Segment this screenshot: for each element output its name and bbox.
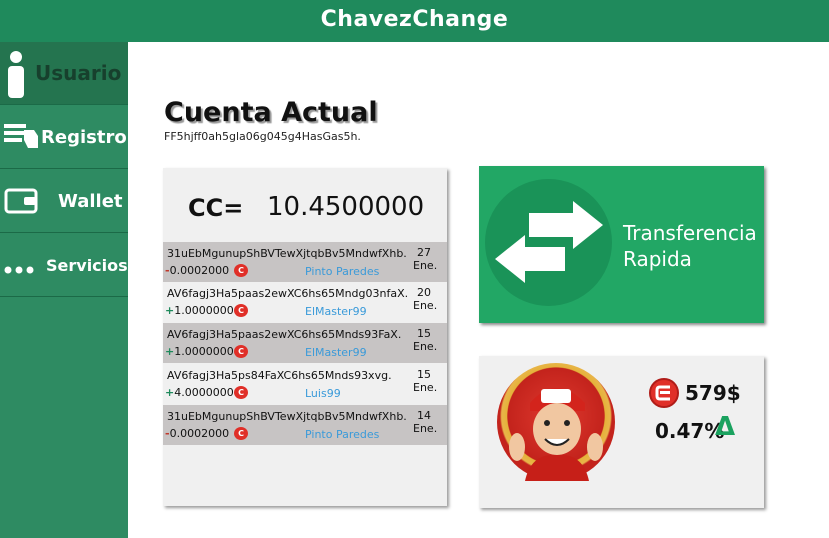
sidebar-item-wallet[interactable]: Wallet <box>0 170 128 233</box>
sidebar-item-registro[interactable]: Registro <box>0 106 128 169</box>
balance-label: CC= <box>188 194 244 222</box>
transfer-line-2: Rapida <box>623 247 692 271</box>
transfer-line-1: Transferencia <box>623 221 757 245</box>
transaction-user[interactable]: ElMaster99 <box>305 305 367 318</box>
transaction-hash: AV6fagj3Ha5ps84FaXC6hs65Mnds93xvg. <box>167 369 392 382</box>
app-window: ChavezChange Usuario Registro Wallet Ser… <box>0 0 829 538</box>
sidebar-item-label: Wallet <box>58 191 123 212</box>
amount-value: 1.0000000 <box>174 345 234 358</box>
transaction-amount: -0.0002000 <box>165 264 229 277</box>
coin-icon <box>649 378 679 408</box>
date-day: 20 <box>417 286 431 299</box>
transaction-user[interactable]: Luis99 <box>305 387 341 400</box>
quick-transfer-button[interactable]: Transferencia Rapida <box>479 166 764 323</box>
amount-value: 1.0000000 <box>174 304 234 317</box>
transaction-amount: +4.0000000 <box>165 386 234 399</box>
date-day: 27 <box>417 246 431 259</box>
transaction-row[interactable]: 31uEbMgunupShBVTewXjtqbBv5MndwfXhb. -0.0… <box>163 242 447 282</box>
transfer-arrows-icon <box>485 179 612 306</box>
sidebar-item-usuario[interactable]: Usuario <box>0 42 128 105</box>
amount-value: 0.0002000 <box>169 264 230 277</box>
transaction-hash: AV6fagj3Ha5paas2ewXC6hs65Mnds93FaX. <box>167 328 402 341</box>
amount-sign: + <box>165 304 175 317</box>
transaction-row[interactable]: AV6fagj3Ha5paas2ewXC6hs65Mndg03nfaX. +1.… <box>163 282 447 322</box>
amount-sign: + <box>165 345 175 358</box>
balance: CC= 10.4500000 <box>163 186 447 236</box>
date-day: 14 <box>417 409 431 422</box>
amount-value: 0.0002000 <box>169 427 230 440</box>
transaction-amount: -0.0002000 <box>165 427 229 440</box>
price-change: 0.47% <box>655 419 725 443</box>
transaction-date: 14 Ene. <box>413 409 438 435</box>
transaction-date: 20 Ene. <box>413 286 438 312</box>
transaction-user[interactable]: ElMaster99 <box>305 346 367 359</box>
amount-sign: + <box>165 386 175 399</box>
sidebar-item-label: Usuario <box>35 61 122 85</box>
transaction-row[interactable]: 31uEbMgunupShBVTewXjtqbBv5MndwfXhb. -0.0… <box>163 405 447 445</box>
account-title: Cuenta Actual <box>164 97 378 128</box>
coin-icon: C <box>234 427 248 440</box>
transaction-user[interactable]: Pinto Paredes <box>305 265 379 278</box>
account-id: FF5hjff0ah5gla06g045g4HasGas5h. <box>164 130 361 143</box>
sidebar-item-servicios[interactable]: Servicios <box>0 234 128 297</box>
dots-icon <box>4 260 36 279</box>
user-icon <box>4 50 28 105</box>
quick-transfer-label: Transferencia Rapida <box>623 220 757 272</box>
transaction-date: 15 Ene. <box>413 327 438 353</box>
transaction-row[interactable]: AV6fagj3Ha5paas2ewXC6hs65Mnds93FaX. +1.0… <box>163 323 447 363</box>
transaction-date: 15 Ene. <box>413 368 438 394</box>
coin-icon: C <box>234 304 248 317</box>
date-month: Ene. <box>413 340 438 353</box>
coin-icon: C <box>234 386 248 399</box>
main-content: Cuenta Actual FF5hjff0ah5gla06g045g4HasG… <box>128 42 829 538</box>
amount-value: 4.0000000 <box>174 386 234 399</box>
date-month: Ene. <box>413 299 438 312</box>
transaction-amount: +1.0000000 <box>165 304 234 317</box>
coin-price: 579$ <box>685 381 741 405</box>
date-day: 15 <box>417 368 431 381</box>
coin-icon: C <box>234 264 248 277</box>
sidebar-item-label: Registro <box>41 127 127 148</box>
hand-card-icon <box>4 122 40 157</box>
transaction-hash: 31uEbMgunupShBVTewXjtqbBv5MndwfXhb. <box>167 247 407 260</box>
balance-value: 10.4500000 <box>267 192 425 222</box>
avatar <box>497 363 615 481</box>
transaction-hash: 31uEbMgunupShBVTewXjtqbBv5MndwfXhb. <box>167 410 407 423</box>
coin-icon: C <box>234 345 248 358</box>
stats-card: 579$ 0.47% Δ <box>479 356 764 508</box>
date-month: Ene. <box>413 422 438 435</box>
sidebar-item-label: Servicios <box>46 256 128 275</box>
wallet-icon <box>4 186 38 221</box>
date-month: Ene. <box>413 381 438 394</box>
transaction-user[interactable]: Pinto Paredes <box>305 428 379 441</box>
transaction-date: 27 Ene. <box>413 246 438 272</box>
sidebar: Usuario Registro Wallet Servicios <box>0 42 128 538</box>
transaction-row[interactable]: AV6fagj3Ha5ps84FaXC6hs65Mnds93xvg. +4.00… <box>163 364 447 404</box>
date-day: 15 <box>417 327 431 340</box>
delta-icon: Δ <box>715 412 736 442</box>
wallet-card: CC= 10.4500000 31uEbMgunupShBVTewXjtqbBv… <box>163 168 447 506</box>
transaction-hash: AV6fagj3Ha5paas2ewXC6hs65Mndg03nfaX. <box>167 287 409 300</box>
app-title: ChavezChange <box>0 0 829 42</box>
date-month: Ene. <box>413 259 438 272</box>
transaction-amount: +1.0000000 <box>165 345 234 358</box>
